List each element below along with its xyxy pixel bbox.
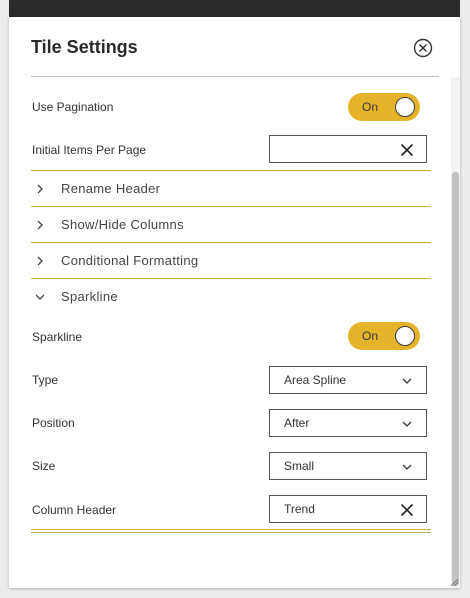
type-select[interactable]: Area Spline	[269, 366, 427, 394]
type-value: Area Spline	[284, 373, 347, 387]
title-divider	[31, 76, 439, 77]
size-label: Size	[32, 459, 56, 473]
size-value: Small	[284, 459, 315, 473]
chevron-right-icon	[37, 256, 43, 266]
chevron-down-icon	[402, 421, 412, 427]
circle-x-icon	[413, 38, 433, 58]
dialog-title: Tile Settings	[31, 37, 138, 57]
section-label: Conditional Formatting	[61, 253, 199, 268]
section-label: Sparkline	[61, 289, 118, 304]
toggle-knob	[395, 97, 415, 117]
chevron-down-icon	[35, 294, 45, 300]
section-sparkline[interactable]: Sparkline	[31, 286, 431, 310]
items-per-page-input[interactable]	[269, 135, 427, 163]
chevron-down-icon	[402, 464, 412, 470]
section-rename-header[interactable]: Rename Header	[31, 178, 431, 202]
sparkline-label: Sparkline	[32, 330, 83, 344]
position-label: Position	[32, 416, 75, 430]
scrollbar-thumb[interactable]	[452, 172, 459, 586]
section-conditional-formatting[interactable]: Conditional Formatting	[31, 250, 431, 274]
window-top-bar	[9, 0, 460, 17]
size-select[interactable]: Small	[269, 452, 427, 480]
section-end-divider	[31, 532, 431, 533]
chevron-down-icon	[402, 378, 412, 384]
use-pagination-toggle[interactable]: On	[348, 93, 420, 121]
section-end-divider	[31, 529, 431, 530]
close-button[interactable]	[412, 37, 434, 59]
tile-settings-panel: Tile Settings Use Pagination On Initial …	[9, 17, 460, 588]
divider	[31, 242, 431, 243]
section-label: Show/Hide Columns	[61, 217, 184, 232]
divider	[31, 170, 431, 171]
divider	[31, 278, 431, 279]
toggle-knob	[395, 326, 415, 346]
clear-x-icon[interactable]	[400, 503, 414, 517]
clear-x-icon[interactable]	[400, 143, 414, 157]
section-label: Rename Header	[61, 181, 161, 196]
chevron-right-icon	[37, 220, 43, 230]
position-value: After	[284, 416, 310, 430]
toggle-state-label: On	[362, 100, 379, 114]
chevron-right-icon	[37, 184, 43, 194]
column-header-value: Trend	[284, 502, 315, 516]
sparkline-toggle[interactable]: On	[348, 322, 420, 350]
divider	[31, 206, 431, 207]
resize-grip-icon[interactable]	[449, 577, 459, 587]
position-select[interactable]: After	[269, 409, 427, 437]
column-header-label: Column Header	[32, 503, 117, 517]
use-pagination-label: Use Pagination	[32, 100, 114, 114]
section-show-hide-columns[interactable]: Show/Hide Columns	[31, 214, 431, 238]
items-per-page-label: Initial Items Per Page	[32, 143, 147, 157]
toggle-state-label: On	[362, 329, 379, 343]
type-label: Type	[32, 373, 59, 387]
column-header-input[interactable]: Trend	[269, 495, 427, 523]
